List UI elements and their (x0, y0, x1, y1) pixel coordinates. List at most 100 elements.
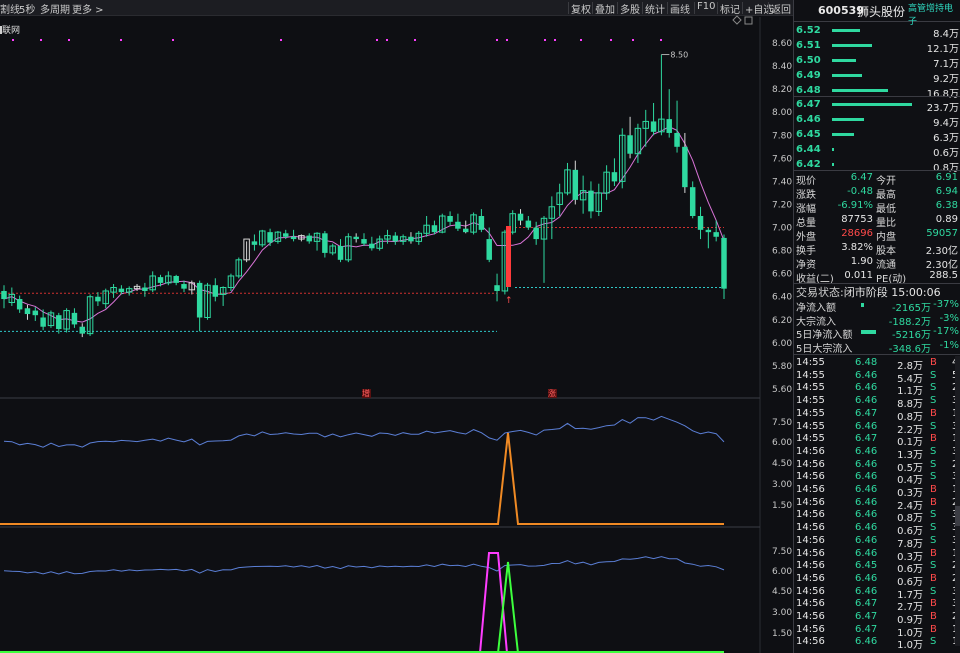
trade-row[interactable]: 14:56 6.47 2.7万 B 3 (794, 598, 960, 613)
trade-direction: B (930, 496, 937, 508)
trade-row[interactable]: 14:56 6.47 0.9万 B 2 (794, 611, 960, 626)
ticks-scrollbar[interactable] (955, 356, 960, 646)
candle-body (369, 243, 375, 249)
trade-direction: S (930, 458, 937, 470)
trade-direction: S (930, 395, 937, 407)
candle-body (361, 239, 367, 244)
ask_book-row[interactable]: 6.52 8.4万 (794, 24, 960, 40)
ask_book-row[interactable]: 6.49 9.2万 (794, 69, 960, 85)
trade-price: 6.46 (855, 572, 878, 584)
quote-l1: 涨幅 (796, 204, 816, 215)
candle (674, 100, 680, 153)
trade-time: 14:55 (796, 407, 825, 419)
candle-body (682, 146, 688, 188)
bid_book-row[interactable]: 6.45 6.3万 (794, 128, 960, 144)
trade-row[interactable]: 14:56 6.46 0.4万 S 3 (794, 471, 960, 486)
fund-flow-row: 净流入额 -2165万 -37% (794, 299, 960, 314)
candle (423, 216, 430, 237)
ask_book-row[interactable]: 6.51 12.1万 (794, 39, 960, 55)
trade-row[interactable]: 14:55 6.46 8.8万 S 3 (794, 395, 960, 410)
candle-body (306, 235, 312, 242)
quote-l2: 量比 (876, 218, 896, 229)
trade-row[interactable]: 14:56 6.47 1.0万 B 1 (794, 623, 960, 639)
settings-icon[interactable] (732, 15, 742, 25)
ask_book-row[interactable]: 6.50 7.1万 (794, 54, 960, 70)
ask_book-volume: 12.1万 (926, 44, 959, 55)
bid_book-volume-bar (832, 163, 835, 166)
signal-dot (376, 39, 378, 41)
trade-row[interactable]: 14:56 6.46 7.8万 S 3 (794, 535, 960, 550)
trade-time: 14:56 (796, 445, 825, 457)
bid_book-price: 6.42 (796, 159, 821, 170)
trade-volume: 1.0万 (897, 640, 923, 652)
candle-body (283, 233, 289, 237)
kline-chart[interactable]: 联网 8.60 8.40 8.20 8.00 7.80 7.60 7.40 7.20 7.00 6.… (0, 0, 793, 653)
signal-dot (12, 39, 14, 41)
trade-row[interactable]: 14:55 6.48 2.8万 B 4 (794, 357, 960, 372)
trade-row[interactable]: 14:56 6.46 0.5万 S 2 (794, 458, 960, 474)
trade-direction: B (930, 623, 937, 635)
candle-body (463, 228, 469, 233)
book-divider (794, 96, 960, 97)
trade-price: 6.46 (855, 369, 878, 381)
sub1-tick: 1.50 (772, 501, 792, 511)
sub2-tick: 1.50 (772, 629, 792, 639)
trade-time: 14:56 (796, 484, 825, 495)
trade-row[interactable]: 14:56 6.46 0.6万 B 2 (794, 572, 960, 588)
trade-row[interactable]: 14:56 6.46 1.0万 S 1 (794, 636, 960, 652)
price-tick: 5.60 (772, 385, 792, 395)
trade-price: 6.46 (855, 420, 878, 432)
trade-row[interactable]: 14:56 6.46 0.8万 S 3 (794, 509, 960, 524)
trade-row[interactable]: 14:56 6.46 0.6万 S 3 (794, 522, 960, 537)
trade-row[interactable]: 14:56 6.46 0.3万 B 1 (794, 484, 960, 499)
bid_book-row[interactable]: 6.47 23.7万 (794, 98, 960, 114)
quote-row: 现价 6.47 今开 6.91 (794, 172, 960, 187)
trade-time: 14:56 (796, 585, 825, 597)
trade-row[interactable]: 14:56 6.46 1.7万 S 3 (794, 585, 960, 601)
bid_book-price: 6.45 (796, 129, 821, 140)
price-tick: 7.60 (772, 154, 792, 164)
trade-direction: B (930, 433, 937, 445)
price-tick: 7.40 (772, 177, 792, 187)
trade-row[interactable]: 14:55 6.46 5.4万 S 5 (794, 369, 960, 385)
signal-dot (172, 39, 174, 41)
trade-row[interactable]: 14:56 6.45 0.6万 S 2 (794, 560, 960, 575)
trade-row[interactable]: 14:56 6.46 0.3万 B 1 (794, 547, 960, 563)
trade-row[interactable]: 14:56 6.46 2.4万 B 2 (794, 496, 960, 512)
ask_book-price: 6.48 (796, 85, 821, 96)
candle (463, 220, 469, 234)
signal-dot (632, 39, 634, 41)
trade-direction: S (930, 509, 937, 521)
candle (494, 273, 500, 302)
fundamental-v1: 3.82% (841, 242, 873, 253)
trade-row[interactable]: 14:55 6.46 1.1万 S 2 (794, 382, 960, 397)
candle (603, 165, 610, 200)
trade-row[interactable]: 14:55 6.47 0.8万 B 1 (794, 407, 960, 423)
trade-direction: B (930, 611, 937, 622)
candle (24, 304, 31, 320)
fundamental-row: 收益(二) 0.011 PE(动) 288.5 (794, 270, 960, 285)
bid_book-row[interactable]: 6.46 9.4万 (794, 113, 960, 129)
trade-row[interactable]: 14:56 6.46 1.3万 S 3 (794, 445, 960, 461)
quote-l1: 涨跌 (796, 190, 816, 201)
quote-v1: 28696 (841, 228, 873, 239)
trade-price: 6.48 (855, 357, 878, 368)
sub1-tick: 3.00 (772, 480, 792, 490)
book-divider-4 (794, 354, 960, 355)
ticks-scroll-thumb[interactable] (955, 506, 960, 526)
quote-v2: 6.94 (935, 186, 958, 197)
candle-body (181, 284, 187, 289)
bid_book-volume: 6.3万 (933, 133, 959, 144)
signal-dot (544, 39, 546, 41)
trade-direction: B (930, 547, 937, 559)
trade-price: 6.46 (855, 509, 878, 521)
bid_book-row[interactable]: 6.44 0.6万 (794, 143, 960, 159)
trade-row[interactable]: 14:55 6.47 0.1万 B 1 (794, 433, 960, 448)
candle (353, 233, 359, 243)
candle (322, 230, 328, 258)
trade-price: 6.46 (855, 458, 878, 470)
trade-row[interactable]: 14:55 6.46 2.2万 S 3 (794, 420, 960, 436)
sub1-line (3, 415, 725, 448)
quote-v1: 6.47 (850, 172, 873, 183)
expand-icon[interactable] (744, 16, 753, 25)
